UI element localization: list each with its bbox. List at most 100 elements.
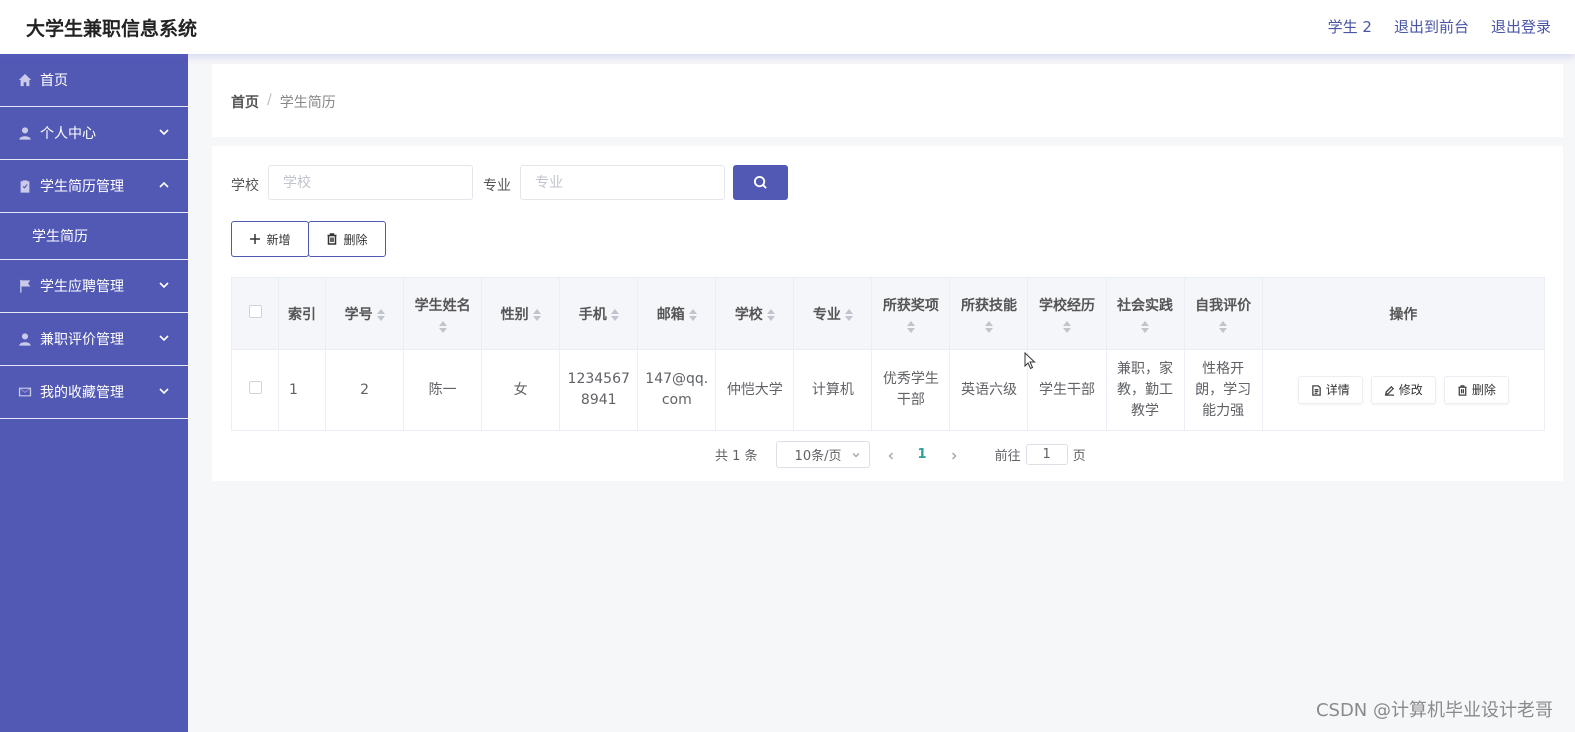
sort-icon[interactable] <box>844 308 853 321</box>
top-links: 学生 2 退出到前台 退出登录 <box>1328 16 1551 37</box>
app-title: 大学生兼职信息系统 <box>26 18 198 40</box>
detail-button-label: 详情 <box>1325 382 1350 397</box>
column-header-phone[interactable]: 手机 <box>559 277 639 350</box>
top-bar: 大学生兼职信息系统 学生 2 退出到前台 退出登录 <box>0 0 1575 54</box>
chevron-down-icon <box>158 385 170 397</box>
column-header-operations: 操作 <box>1261 277 1546 350</box>
logout-link[interactable]: 退出登录 <box>1491 16 1551 37</box>
page-number-current[interactable]: 1 <box>918 447 927 462</box>
search-icon <box>753 175 767 189</box>
page-size-value: 10条/页 <box>794 449 842 464</box>
sort-icon[interactable] <box>376 308 385 321</box>
table-header-row: 索引 学号 学生姓名 性别 手机 邮箱 学校 专业 所获奖项 所获技能 学校经历… <box>230 277 1546 350</box>
cell-gender: 女 <box>481 349 561 431</box>
current-user-link[interactable]: 学生 2 <box>1328 16 1372 37</box>
major-search-input[interactable] <box>520 165 725 200</box>
add-button[interactable]: 新增 <box>231 221 309 257</box>
chevron-up-icon <box>158 179 170 191</box>
column-header-experience[interactable]: 学校经历 <box>1027 277 1107 350</box>
column-header-name[interactable]: 学生姓名 <box>403 277 483 350</box>
row-select-cell <box>230 349 280 431</box>
sort-icon[interactable] <box>532 308 541 321</box>
watermark: CSDN @计算机毕业设计老哥 <box>1315 700 1553 721</box>
mail-icon <box>17 385 32 400</box>
detail-button[interactable]: 详情 <box>1297 376 1363 404</box>
column-header-gender[interactable]: 性别 <box>481 277 561 350</box>
column-header-major[interactable]: 专业 <box>793 277 873 350</box>
sort-icon[interactable] <box>1219 320 1228 333</box>
clipboard-icon <box>17 179 32 194</box>
select-all-cell <box>230 277 280 350</box>
chevron-down-icon <box>158 279 170 291</box>
user-icon <box>17 332 32 347</box>
back-to-front-link[interactable]: 退出到前台 <box>1394 16 1469 37</box>
column-header-email[interactable]: 邮箱 <box>637 277 717 350</box>
goto-page-input[interactable] <box>1025 444 1068 465</box>
prev-page-button[interactable] <box>886 450 896 460</box>
cell-major: 计算机 <box>793 349 873 431</box>
column-header-school[interactable]: 学校 <box>715 277 795 350</box>
mouse-cursor-icon <box>1024 352 1036 370</box>
sidebar-item-application-management[interactable]: 学生应聘管理 <box>0 260 188 313</box>
column-header-skills[interactable]: 所获技能 <box>949 277 1029 350</box>
batch-delete-button[interactable]: 删除 <box>308 221 386 257</box>
cell-skills: 英语六级 <box>949 349 1029 431</box>
trash-icon <box>1458 384 1467 396</box>
next-page-button[interactable] <box>949 450 959 460</box>
plus-icon <box>250 234 261 244</box>
goto-suffix: 页 <box>1072 449 1086 464</box>
school-filter-label: 学校 <box>231 178 259 194</box>
edit-button[interactable]: 修改 <box>1370 376 1436 404</box>
cell-email: 147@qq.com <box>637 349 717 431</box>
sidebar-item-favorites-management[interactable]: 我的收藏管理 <box>0 366 188 419</box>
sort-icon[interactable] <box>766 308 775 321</box>
sort-icon[interactable] <box>1063 320 1071 333</box>
sidebar-item-personal-center[interactable]: 个人中心 <box>0 107 188 160</box>
column-header-evaluation[interactable]: 自我评价 <box>1183 277 1263 350</box>
sidebar: 首页 个人中心 学生简历管理 学生简历 学生应聘管理 兼职评价管理 我的收藏管理 <box>0 54 188 732</box>
column-header-awards[interactable]: 所获奖项 <box>871 277 951 350</box>
sidebar-subitem-student-resume[interactable]: 学生简历 <box>0 213 188 260</box>
flag-icon <box>17 279 32 294</box>
sidebar-item-resume-management[interactable]: 学生简历管理 <box>0 160 188 213</box>
edit-icon <box>1384 385 1394 396</box>
row-delete-button[interactable]: 删除 <box>1443 376 1509 404</box>
sort-icon[interactable] <box>984 320 993 333</box>
chevron-down-icon <box>158 126 170 138</box>
trash-icon <box>327 233 337 245</box>
resume-table: 索引 学号 学生姓名 性别 手机 邮箱 学校 专业 所获奖项 所获技能 学校经历… <box>230 277 1546 431</box>
chevron-down-icon <box>852 452 860 458</box>
school-search-input[interactable] <box>268 165 473 200</box>
column-header-practice[interactable]: 社会实践 <box>1105 277 1185 350</box>
sort-icon[interactable] <box>438 320 447 333</box>
breadcrumb-home[interactable]: 首页 <box>231 92 259 112</box>
edit-button-label: 修改 <box>1398 382 1423 397</box>
sidebar-item-label: 我的收藏管理 <box>40 385 124 401</box>
row-delete-button-label: 删除 <box>1471 382 1496 397</box>
main-card: 学校 专业 新增 删除 索引 学号 学生姓名 性别 手机 邮箱 学校 专业 <box>212 146 1563 481</box>
breadcrumb-separator: / <box>267 92 272 108</box>
sidebar-item-label: 学生应聘管理 <box>40 279 124 295</box>
table-row: 1 2 陈一 女 12345678941 147@qq.com 仲恺大学 计算机… <box>230 349 1546 431</box>
row-checkbox[interactable] <box>248 380 262 394</box>
select-all-checkbox[interactable] <box>248 305 262 318</box>
sidebar-item-label: 兼职评价管理 <box>40 332 124 348</box>
search-button[interactable] <box>733 165 788 200</box>
breadcrumb-current: 学生简历 <box>279 95 336 111</box>
page-size-select[interactable]: 10条/页 <box>775 441 870 468</box>
sidebar-item-label: 个人中心 <box>40 126 96 142</box>
sidebar-item-label: 学生简历管理 <box>40 179 124 195</box>
cell-school: 仲恺大学 <box>715 349 795 431</box>
sort-icon[interactable] <box>906 320 915 333</box>
cell-operations: 详情 修改 删除 <box>1261 349 1546 431</box>
sidebar-item-evaluation-management[interactable]: 兼职评价管理 <box>0 313 188 366</box>
column-header-student-no[interactable]: 学号 <box>325 277 405 350</box>
home-icon <box>17 73 32 88</box>
sidebar-item-label: 首页 <box>40 73 68 89</box>
cell-phone: 12345678941 <box>559 349 639 431</box>
sort-icon[interactable] <box>610 308 619 321</box>
sort-icon[interactable] <box>1141 320 1150 333</box>
sort-icon[interactable] <box>688 308 697 321</box>
sidebar-item-home[interactable]: 首页 <box>0 54 188 107</box>
cell-name: 陈一 <box>403 349 483 431</box>
